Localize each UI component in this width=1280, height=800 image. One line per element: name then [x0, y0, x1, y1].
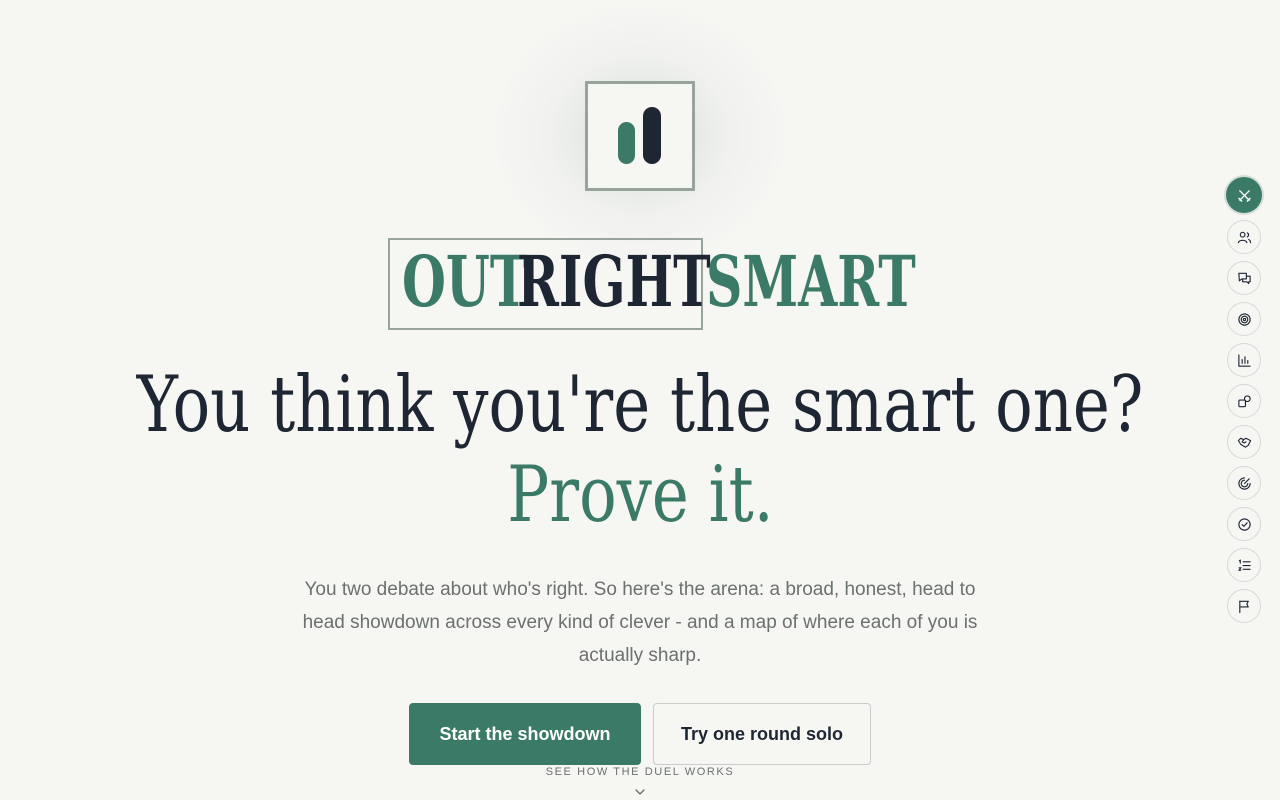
headline-question: You think you're the smart one? [0, 360, 1280, 450]
users-icon [1237, 231, 1251, 243]
wordmark-right: RIGHT [517, 240, 711, 323]
check-circle-icon [1237, 517, 1251, 531]
shapes-icon [1237, 394, 1251, 407]
nav-item-map[interactable] [1227, 466, 1261, 500]
chevron-down-icon[interactable] [634, 787, 646, 797]
headline-question-text: You think you're the smart one? [136, 360, 1144, 450]
flag-icon [1238, 600, 1249, 613]
how-it-works-link[interactable]: SEE HOW THE DUEL WORKS [0, 766, 1280, 778]
headline-challenge: Prove it. [0, 450, 1280, 540]
radar-icon [1237, 476, 1251, 490]
start-showdown-button[interactable]: Start the showdown [409, 703, 641, 765]
nav-item-focus[interactable] [1227, 302, 1261, 336]
nav-item-debate[interactable] [1227, 261, 1261, 295]
try-solo-button[interactable]: Try one round solo [653, 703, 871, 765]
nav-item-categories[interactable] [1227, 384, 1261, 418]
nav-item-rounds[interactable] [1227, 548, 1261, 582]
hero-headline: You think you're the smart one? Prove it… [0, 360, 1280, 540]
nav-item-stats[interactable] [1227, 343, 1261, 377]
hero-description: You two debate about who's right. So her… [302, 579, 978, 666]
brand-logo [585, 81, 695, 191]
handshake-icon [1237, 437, 1251, 448]
headline-challenge-text: Prove it. [506, 450, 774, 540]
nav-item-fairness[interactable] [1227, 425, 1261, 459]
nav-item-finish[interactable] [1227, 589, 1261, 623]
numbered-list-icon [1237, 558, 1251, 571]
nav-item-verify[interactable] [1227, 507, 1261, 541]
brand-wordmark: OUT RIGHT SMART [0, 238, 1280, 330]
crossed-swords-icon [1237, 189, 1251, 202]
wordmark-out: OUT [402, 240, 528, 323]
chat-bubbles-icon [1237, 272, 1251, 284]
logo-bar-tall [643, 107, 661, 164]
bar-chart-icon [1237, 353, 1251, 367]
logo-bar-short [618, 122, 635, 164]
target-icon [1237, 312, 1251, 326]
wordmark-smart: SMART [706, 240, 916, 323]
nav-item-duel[interactable] [1226, 177, 1262, 213]
nav-item-players[interactable] [1227, 220, 1261, 254]
